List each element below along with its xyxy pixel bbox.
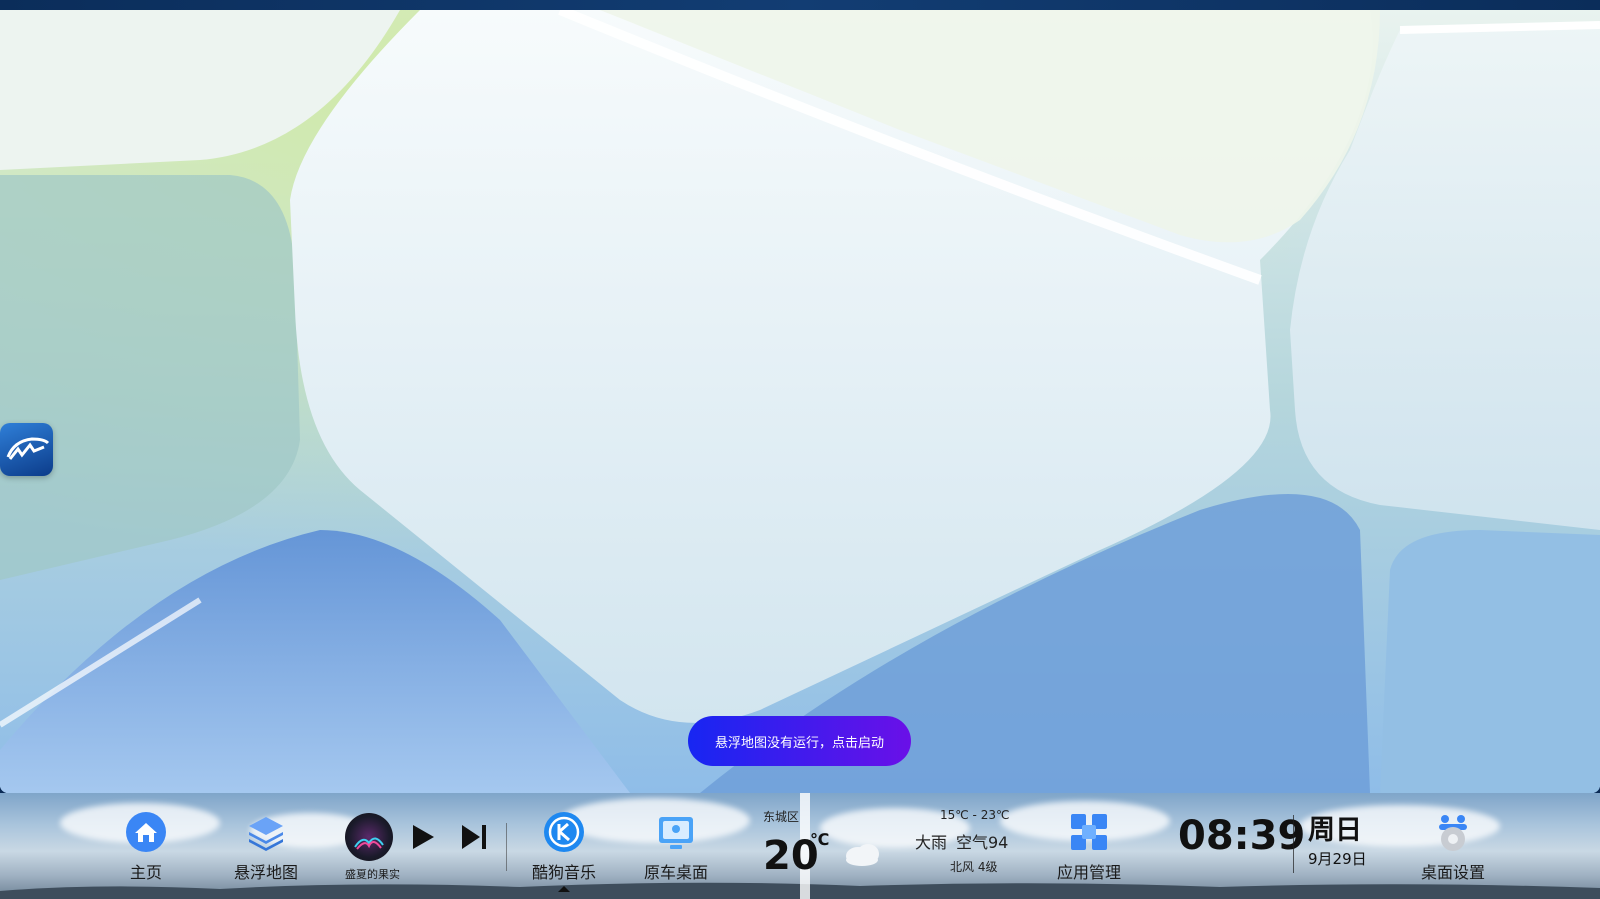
dock-desktop-settings-label: 桌面设置 [1420, 863, 1486, 882]
weather-widget[interactable]: 东城区 20 ℃ 15℃ - 23℃ 大雨 空气94 北风 4级 [750, 793, 1010, 899]
weather-aqi: 空气94 [956, 833, 1009, 852]
skip-next-icon[interactable] [460, 823, 488, 851]
clock-divider [1293, 815, 1294, 873]
toast-text: 悬浮地图没有运行，点击启动 [714, 735, 884, 751]
dock-app-manager-label: 应用管理 [1056, 863, 1122, 882]
clock-weekday: 周日 [1308, 815, 1362, 846]
clock-widget[interactable]: 08:39 周日 9月29日 [1170, 793, 1390, 899]
play-icon[interactable] [410, 823, 436, 851]
weather-wind: 北风 4级 [950, 860, 998, 874]
weather-range: 15℃ - 23℃ [940, 808, 1010, 822]
dock-kugou-label: 酷狗音乐 [531, 863, 597, 882]
active-indicator [558, 886, 570, 892]
cloud-rain-icon [840, 838, 884, 870]
clock-time: 08:39 [1178, 813, 1306, 859]
bottom-dock: 主页 悬浮地图 盛夏的果实 酷狗音乐 原车桌面 东城区 20 ℃ 15℃ - 2… [0, 793, 1600, 899]
dock-float-map-button[interactable]: 悬浮地图 [220, 793, 312, 899]
dock-home-label: 主页 [129, 863, 163, 882]
home-icon [125, 811, 167, 853]
float-map-app-icon[interactable] [0, 423, 53, 476]
dock-separator [506, 823, 507, 871]
kugou-k-icon [543, 811, 585, 853]
weather-district: 东城区 [763, 810, 800, 824]
float-map-start-toast[interactable]: 悬浮地图没有运行，点击启动 [688, 716, 911, 766]
dock-original-desktop-button[interactable]: 原车桌面 [630, 793, 722, 899]
app-grid-icon [1068, 811, 1110, 853]
desktop-wallpaper [0, 10, 1600, 793]
music-player-widget: 盛夏的果实 [340, 793, 490, 899]
car-screen-icon [655, 811, 697, 853]
layers-icon [245, 811, 287, 853]
dock-home-button[interactable]: 主页 [100, 793, 192, 899]
song-title: 盛夏的果实 [345, 868, 400, 881]
weather-condition: 大雨 [915, 833, 948, 852]
dock-kugou-button[interactable]: 酷狗音乐 [518, 793, 610, 899]
dock-float-map-label: 悬浮地图 [233, 863, 299, 882]
dock-app-manager-button[interactable]: 应用管理 [1043, 793, 1135, 899]
top-status-bar [0, 0, 1600, 10]
album-cover[interactable] [345, 813, 393, 861]
dock-desktop-settings-button[interactable]: 桌面设置 [1407, 793, 1499, 899]
dock-original-desktop-label: 原车桌面 [643, 863, 709, 882]
clock-date: 9月29日 [1308, 850, 1367, 868]
weather-unit: ℃ [810, 830, 830, 849]
settings-gear-icon [1432, 811, 1474, 853]
